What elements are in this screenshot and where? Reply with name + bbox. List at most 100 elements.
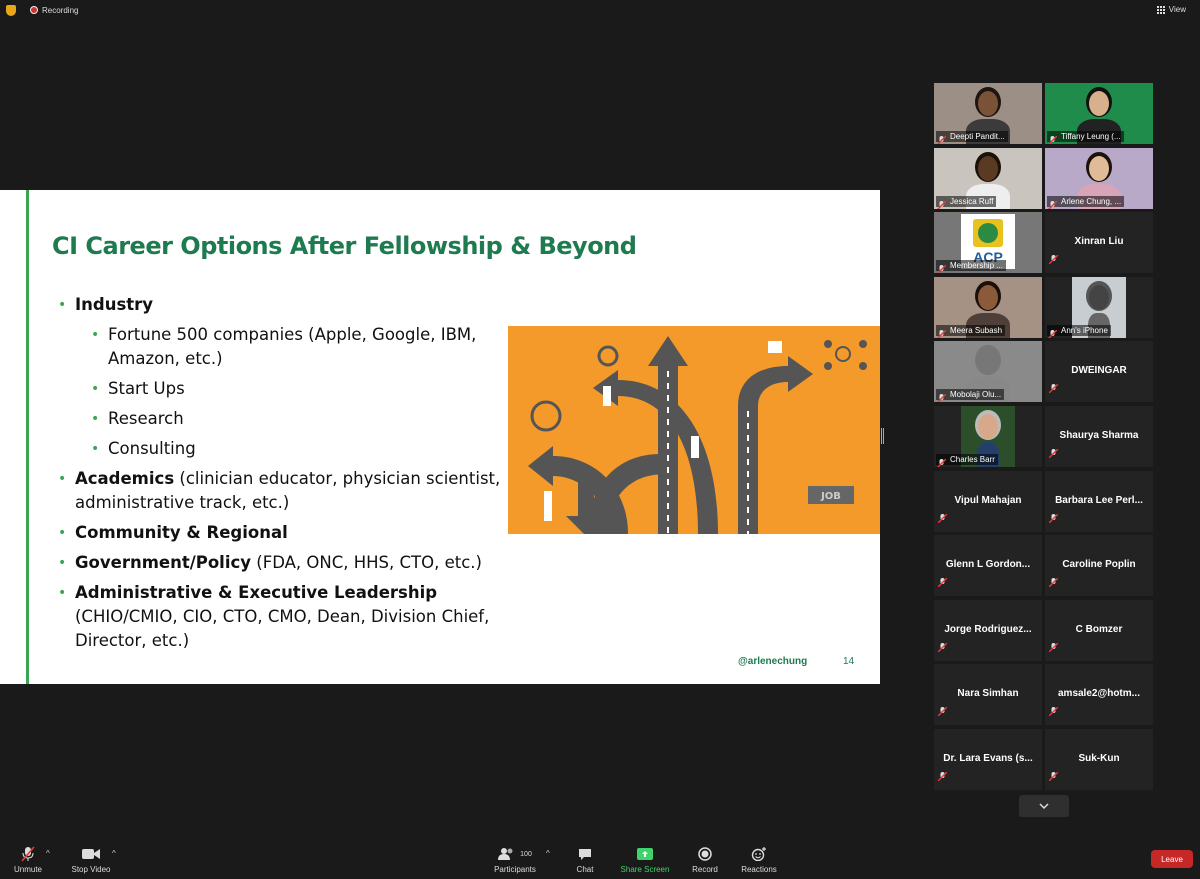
slide-bullet-list: Industry Fortune 500 companies (Apple, G… xyxy=(58,293,518,659)
muted-microphone-icon xyxy=(937,768,948,786)
participant-name: Mobolaji Olu... xyxy=(936,389,1005,400)
participant-tile[interactable]: Meera Subash xyxy=(934,277,1042,338)
participant-tile[interactable]: amsale2@hotm... xyxy=(1045,664,1153,725)
video-options-caret-icon[interactable]: ^ xyxy=(112,849,116,858)
bullet-government-label: Government/Policy xyxy=(75,553,252,572)
audio-options-caret-icon[interactable]: ^ xyxy=(46,849,50,858)
muted-microphone-icon xyxy=(937,703,948,721)
muted-microphone-icon xyxy=(1048,574,1059,592)
record-button[interactable]: Record xyxy=(690,847,720,874)
participant-name: Glenn L Gordon... xyxy=(945,559,1031,570)
share-screen-button[interactable]: Share Screen xyxy=(618,847,672,874)
participants-button[interactable]: 100 Participants xyxy=(490,847,540,874)
reactions-label: Reactions xyxy=(741,865,777,874)
participant-name: Meera Subash xyxy=(936,325,1006,336)
stop-video-label: Stop Video xyxy=(71,865,111,874)
participant-tile[interactable]: ACP Membership ... xyxy=(934,212,1042,273)
bullet-community-label: Community & Regional xyxy=(75,523,288,542)
participants-label: Participants xyxy=(494,865,536,874)
job-sign-text: JOB xyxy=(820,491,841,502)
bullet-academics: Academics (clinician educator, physician… xyxy=(58,467,518,515)
participant-tile[interactable]: Barbara Lee Perl... xyxy=(1045,471,1153,532)
participant-tile[interactable]: Mobolaji Olu... xyxy=(934,341,1042,402)
panel-resize-handle[interactable] xyxy=(881,428,884,444)
muted-microphone-icon xyxy=(1048,251,1059,269)
share-screen-label: Share Screen xyxy=(620,865,670,874)
participant-tile[interactable]: Deepti Pandit... xyxy=(934,83,1042,144)
bullet-administrative-label: Administrative & Executive Leadership xyxy=(75,583,438,602)
participant-tile[interactable]: Dr. Lara Evans (s... xyxy=(934,729,1042,790)
participant-name: Vipul Mahajan xyxy=(954,495,1022,506)
record-icon xyxy=(690,847,720,861)
security-shield-icon[interactable] xyxy=(6,4,16,16)
unmute-label: Unmute xyxy=(13,865,42,874)
unmute-button[interactable]: Unmute xyxy=(10,846,46,874)
participants-options-caret-icon[interactable]: ^ xyxy=(546,849,550,858)
participant-name: Arlene Chung, ... xyxy=(1047,196,1125,207)
participant-tile[interactable]: Xinran Liu xyxy=(1045,212,1153,273)
recording-label: Recording xyxy=(42,5,79,15)
muted-microphone-icon xyxy=(1048,445,1059,463)
participant-tile[interactable]: Jorge Rodriguez... xyxy=(934,600,1042,661)
muted-microphone-icon xyxy=(937,261,947,273)
participant-tile[interactable]: Arlene Chung, ... xyxy=(1045,148,1153,209)
participant-tile[interactable]: Charles Barr xyxy=(934,406,1042,467)
participant-tile[interactable]: DWEINGAR xyxy=(1045,341,1153,402)
grid-view-icon xyxy=(1156,5,1165,14)
muted-microphone-icon xyxy=(1048,197,1058,209)
participant-tile[interactable]: Ann's iPhone xyxy=(1045,277,1153,338)
participant-tile[interactable]: Nara Simhan xyxy=(934,664,1042,725)
top-bar: Recording View xyxy=(0,0,1200,20)
participant-name: Barbara Lee Perl... xyxy=(1055,495,1143,506)
participant-tile[interactable]: Caroline Poplin xyxy=(1045,535,1153,596)
sub-bullet: Research xyxy=(58,407,518,431)
bullet-government-detail: (FDA, ONC, HHS, CTO, etc.) xyxy=(251,553,482,572)
meeting-toolbar: Unmute ^ Stop Video ^ 100 Participants ^… xyxy=(0,839,1200,879)
participant-name: Caroline Poplin xyxy=(1062,559,1136,570)
participant-name: Jorge Rodriguez... xyxy=(944,624,1032,635)
bullet-industry: Industry xyxy=(58,293,518,317)
slide-page-number: 14 xyxy=(843,656,855,667)
bullet-community: Community & Regional xyxy=(58,521,518,545)
bullet-academics-label: Academics xyxy=(75,469,175,488)
bullet-government: Government/Policy (FDA, ONC, HHS, CTO, e… xyxy=(58,551,518,575)
reactions-button[interactable]: Reactions xyxy=(738,847,780,874)
participant-name: Suk-Kun xyxy=(1078,753,1120,764)
view-button[interactable]: View xyxy=(1156,5,1186,14)
muted-microphone-icon xyxy=(1048,380,1059,398)
sub-bullet: Consulting xyxy=(58,437,518,461)
participant-tile[interactable]: Glenn L Gordon... xyxy=(934,535,1042,596)
chat-bubble-icon xyxy=(570,847,600,861)
bullet-administrative-detail: (CHIO/CMIO, CIO, CTO, CMO, Dean, Divisio… xyxy=(75,607,490,650)
bullet-industry-label: Industry xyxy=(75,295,154,314)
chat-button[interactable]: Chat xyxy=(570,847,600,874)
stop-video-button[interactable]: Stop Video xyxy=(66,847,116,874)
participant-name: DWEINGAR xyxy=(1071,365,1127,376)
muted-microphone-icon xyxy=(1048,326,1058,338)
participant-tile[interactable]: Suk-Kun xyxy=(1045,729,1153,790)
participant-tile[interactable]: Jessica Ruff xyxy=(934,148,1042,209)
leave-button[interactable]: Leave xyxy=(1151,850,1193,868)
muted-microphone-icon xyxy=(1048,132,1058,144)
participant-tile[interactable]: C Bomzer xyxy=(1045,600,1153,661)
shared-slide: CI Career Options After Fellowship & Bey… xyxy=(0,190,880,684)
gallery-scroll-down-button[interactable] xyxy=(1019,795,1069,817)
record-label: Record xyxy=(692,865,718,874)
participants-icon: 100 xyxy=(490,847,540,861)
slide-title: CI Career Options After Fellowship & Bey… xyxy=(52,232,637,260)
chat-label: Chat xyxy=(576,865,594,874)
participant-tile[interactable]: Tiffany Leung (... xyxy=(1045,83,1153,144)
participant-name: Shaurya Sharma xyxy=(1059,430,1139,441)
participant-name: Xinran Liu xyxy=(1074,236,1124,247)
participant-name: amsale2@hotm... xyxy=(1057,688,1140,699)
smiley-plus-icon xyxy=(738,847,780,861)
participant-tile[interactable]: Vipul Mahajan xyxy=(934,471,1042,532)
sub-bullet: Fortune 500 companies (Apple, Google, IB… xyxy=(58,323,518,371)
muted-microphone-icon xyxy=(1048,639,1059,657)
recording-icon xyxy=(30,6,38,14)
muted-microphone-icon xyxy=(937,574,948,592)
muted-microphone-icon xyxy=(937,132,947,144)
participant-tile[interactable]: Shaurya Sharma xyxy=(1045,406,1153,467)
share-screen-icon xyxy=(618,847,672,861)
muted-microphone-icon xyxy=(937,326,947,338)
